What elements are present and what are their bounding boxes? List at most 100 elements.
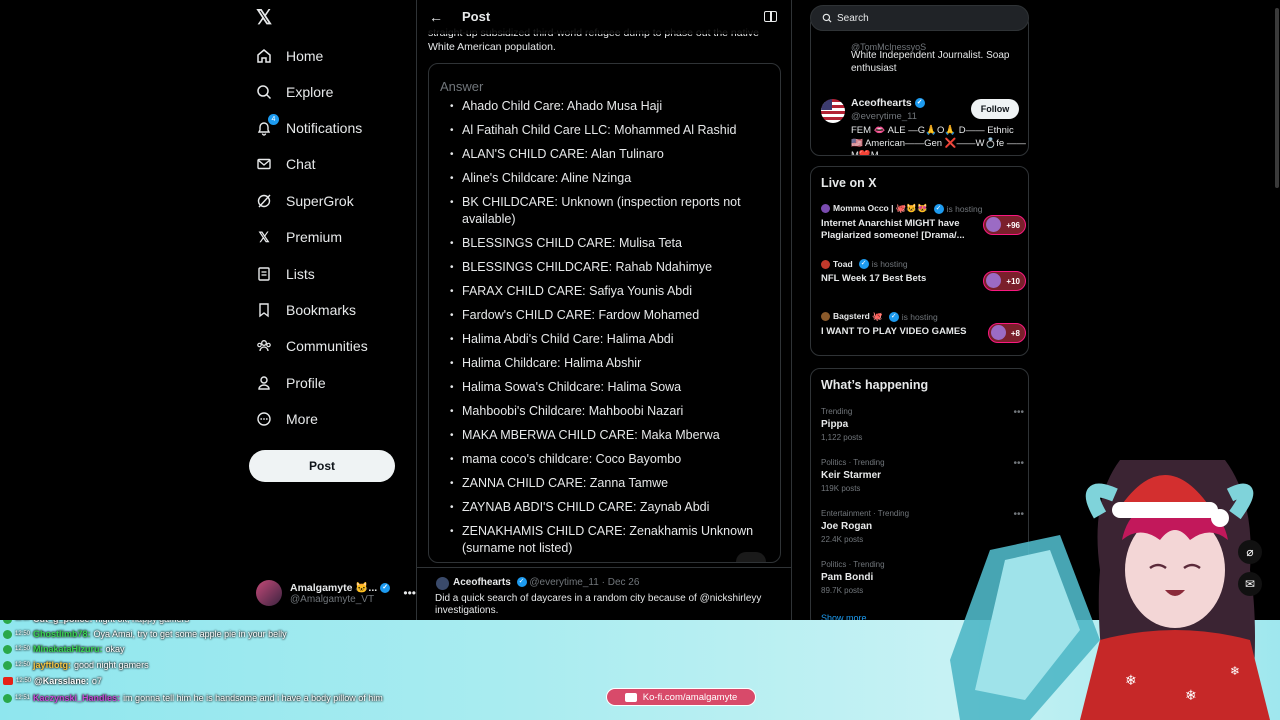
answer-item: Halima Sowa's Childcare: Halima Sowa: [429, 379, 780, 396]
verified-icon: ✓: [516, 577, 527, 588]
nav-profile[interactable]: Profile: [256, 367, 326, 399]
chat-timestamp: 12:50: [15, 620, 30, 622]
nav-label: Explore: [286, 84, 334, 100]
reply-post[interactable]: Aceofhearts ✓ @everytime_11 · Dec 26 Did…: [417, 567, 791, 620]
listener-count-label: +96: [1006, 220, 1020, 230]
reader-mode-icon[interactable]: [764, 11, 777, 22]
nav-explore[interactable]: Explore: [256, 76, 333, 108]
avatar: [821, 204, 830, 213]
santa-hat-pom: [1211, 509, 1229, 527]
avatar: [821, 99, 845, 123]
left-sidebar: 𝕏 Home Explore 4 Notifications Chat Supe…: [248, 0, 416, 610]
screen: 𝕏 Home Explore 4 Notifications Chat Supe…: [0, 0, 1280, 720]
list-icon: [256, 266, 272, 282]
answer-item: ZENAKHAMIS CHILD CARE: Zenakhamis Unknow…: [429, 523, 780, 557]
chat-message: 12:50Cut_g_police:night ok, happy gamers: [3, 620, 189, 624]
grok-icon[interactable]: ⌀: [1238, 540, 1262, 564]
nav-label: Communities: [286, 338, 368, 354]
reply-author-name: Aceofhearts: [453, 577, 511, 588]
nav-label: Profile: [286, 375, 326, 391]
live-hosting-label: is hosting: [946, 203, 983, 214]
nav-premium[interactable]: 𝕏 Premium: [256, 221, 342, 253]
nav-lists[interactable]: Lists: [256, 258, 315, 290]
sweater: [1080, 630, 1270, 720]
avatar: [821, 312, 830, 321]
nav-home[interactable]: Home: [256, 40, 323, 72]
nav-label: Chat: [286, 156, 316, 172]
reply-date: Dec 26: [607, 577, 640, 588]
user-bio: White Independent Journalist. Soap enthu…: [851, 50, 1010, 74]
youtube-icon: [3, 677, 13, 685]
search-icon: [822, 13, 832, 23]
live-host-name: Toad: [833, 259, 853, 269]
answer-item: Aline's Childcare: Aline Nzinga: [429, 170, 780, 187]
live-on-x-card: Live on X Momma Occo | 🐙😺😻 ✓ is hosting Int…: [810, 166, 1029, 356]
verified-icon: ✓: [380, 583, 391, 594]
post-button[interactable]: Post: [249, 450, 395, 482]
mail-icon[interactable]: ✉: [1238, 572, 1262, 596]
page-scrollbar[interactable]: [1274, 0, 1280, 190]
nav-supergrok[interactable]: SuperGrok: [256, 185, 354, 217]
live-item[interactable]: Momma Occo | 🐙😺😻 ✓ is hosting Internet Anar…: [821, 203, 1026, 242]
main-column: straight-up subsidized third-world refug…: [416, 0, 792, 620]
more-circle-icon: [256, 411, 272, 427]
scroll-indicator[interactable]: [736, 552, 766, 562]
scrollbar-thumb[interactable]: [1275, 8, 1279, 188]
nav-label: Premium: [286, 229, 343, 245]
chat-message: 12:50 MinakataHizuru: okay: [3, 644, 125, 654]
kofi-link[interactable]: Ko-fi.com/amalgamyte: [606, 688, 756, 706]
follow-button[interactable]: Follow: [971, 99, 1019, 119]
answer-item: Ahado Child Care: Ahado Musa Haji: [429, 98, 780, 115]
more-dots-icon[interactable]: •••: [403, 586, 416, 600]
x-logo-icon[interactable]: 𝕏: [256, 8, 276, 28]
trend-category: Trending: [821, 407, 853, 416]
live-hosting-label: is hosting: [901, 311, 938, 322]
answer-item: mama coco's childcare: Coco Bayombo: [429, 451, 780, 468]
more-dots-icon[interactable]: •••: [1013, 407, 1024, 418]
chat-timestamp: 12:51: [15, 695, 31, 701]
nav-label: Bookmarks: [286, 302, 357, 318]
communities-icon: [256, 338, 272, 354]
answer-item: FARAX CHILD CARE: Safiya Younis Abdi: [429, 283, 780, 300]
chat-text: im gonna tell him he is handsome and i h…: [123, 693, 383, 703]
chat-text: Oya Amai, try to get some apple pie in y…: [93, 629, 287, 639]
back-arrow-icon[interactable]: ←: [429, 9, 443, 25]
kofi-cup-icon: [624, 692, 637, 702]
page-title: Post: [462, 9, 491, 24]
snowflake-icon: ❄: [1125, 673, 1137, 689]
suggested-user-handle: @everytime_11: [851, 111, 917, 122]
trend-item[interactable]: Trending Pippa 1,122 posts •••: [821, 407, 1026, 442]
twitch-badge-icon: [3, 660, 12, 670]
account-handle: @Amalgamyte_VT: [290, 594, 375, 605]
card-title: Live on X: [821, 176, 877, 190]
answer-item: ZAYNAB ABDI'S CHILD CARE: Zaynab Abdi: [429, 499, 780, 516]
notification-badge: 4: [268, 114, 279, 125]
answer-item: Fardow's CHILD CARE: Fardow Mohamed: [429, 307, 780, 324]
live-item[interactable]: Toad ✓ is hosting NFL Week 17 Best Bets +10: [821, 259, 1026, 291]
account-switcher[interactable]: Amalgamyte 🐱... ✓ @Amalgamyte_VT •••: [256, 578, 416, 608]
answer-item: Halima Abdi's Child Care: Halima Abdi: [429, 331, 780, 348]
card-title: What’s happening: [821, 378, 929, 392]
user-bio: FEM 👄 ALE —G🙏O🙏 D—— Ethnic 🇺🇸 American——…: [851, 125, 1026, 156]
answer-item: Al Fatihah Child Care LLC: Mohammed Al R…: [429, 122, 780, 139]
live-host-row: Toad ✓ is hosting: [821, 259, 1026, 269]
answer-item: BLESSINGS CHILD CARE: Mulisa Teta: [429, 235, 780, 252]
nav-more[interactable]: More: [256, 403, 318, 435]
snowflake-icon: ❄: [1185, 688, 1197, 704]
kofi-label: Ko-fi.com/amalgamyte: [642, 691, 738, 703]
search-input[interactable]: Search: [810, 5, 1029, 31]
live-host-name: Bagsterd 🐙: [833, 311, 883, 321]
answer-label: Answer: [440, 79, 484, 94]
live-host-row: Momma Occo | 🐙😺😻 ✓ is hosting: [821, 203, 1026, 214]
live-item[interactable]: Bagsterd 🐙 ✓ is hosting I WANT TO PLAY VIDE…: [821, 311, 1026, 343]
grok-answer-card: Answer Ahado Child Care: Ahado Musa Haji…: [428, 63, 781, 563]
answer-item: ALAN'S CHILD CARE: Alan Tulinaro: [429, 146, 780, 163]
nav-notifications[interactable]: 4 Notifications: [256, 112, 362, 144]
nav-bookmarks[interactable]: Bookmarks: [256, 294, 356, 326]
chat-text: night ok, happy gamers: [96, 620, 190, 624]
snowflake-icon: ❄: [1230, 664, 1240, 678]
nav-chat[interactable]: Chat: [256, 148, 316, 180]
avatar: [990, 325, 1006, 340]
nav-communities[interactable]: Communities: [256, 330, 368, 362]
chat-username: @Karsslane:: [34, 676, 89, 686]
